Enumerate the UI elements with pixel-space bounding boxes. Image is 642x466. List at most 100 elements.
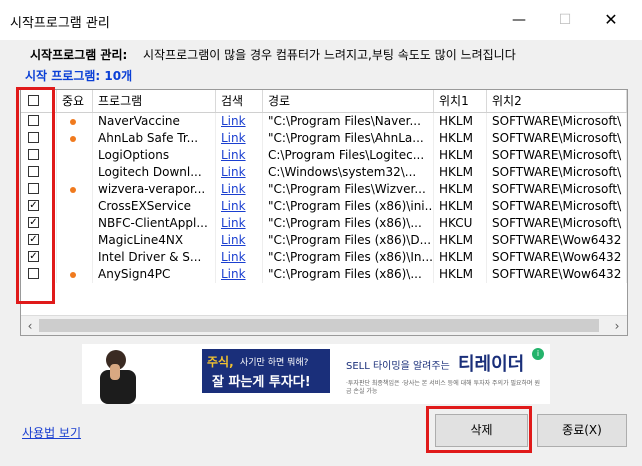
important-cell (57, 164, 93, 181)
search-link-text[interactable]: Link (221, 131, 246, 145)
checkbox-column-highlight (16, 87, 55, 304)
location1: HKLM (434, 113, 487, 130)
important-cell (57, 249, 93, 266)
banner-line1-accent: 주식, (207, 355, 234, 369)
brand-badge-icon: i (532, 348, 544, 360)
scrollbar-thumb[interactable] (39, 319, 599, 332)
search-link[interactable]: Link (216, 164, 263, 181)
program-name: wizvera-verapor... (93, 181, 216, 198)
program-name: Logitech Downl... (93, 164, 216, 181)
exit-button[interactable]: 종료(X) (537, 414, 627, 447)
search-link-text[interactable]: Link (221, 148, 246, 162)
location1: HKLM (434, 130, 487, 147)
table-row[interactable]: ✓ Intel Driver & S... Link "C:\Program File… (21, 249, 627, 266)
program-name: NBFC-ClientAppl... (93, 215, 216, 232)
location1: HKLM (434, 181, 487, 198)
startup-program-table: 중요 프로그램 검색 경로 위치1 위치2 NaverVaccine Link "C… (20, 89, 628, 336)
banner-tagline: SELL 타이밍을 알려주는 (346, 361, 450, 372)
program-path: "C:\Program Files (x86)\D... (263, 232, 434, 249)
search-link[interactable]: Link (216, 215, 263, 232)
column-header-location2[interactable]: 위치2 (487, 90, 627, 112)
table-row[interactable]: ✓ NBFC-ClientAppl... Link "C:\Program Files… (21, 215, 627, 232)
ad-banner[interactable]: 주식, 사기만 하면 뭐해? 잘 파는게 투자다! SELL 타이밍을 알려주는… (82, 344, 550, 404)
important-dot-icon (70, 119, 76, 125)
program-path: "C:\Program Files\Wizver... (263, 181, 434, 198)
search-link[interactable]: Link (216, 198, 263, 215)
search-link-text[interactable]: Link (221, 114, 246, 128)
column-header-program[interactable]: 프로그램 (93, 90, 216, 112)
scroll-right-icon[interactable]: › (609, 318, 625, 334)
search-link[interactable]: Link (216, 147, 263, 164)
close-button[interactable]: ✕ (588, 0, 634, 40)
horizontal-scrollbar[interactable]: ‹ › (21, 315, 627, 335)
important-dot-icon (70, 187, 76, 193)
important-cell (57, 147, 93, 164)
window-title: 시작프로그램 관리 (10, 16, 110, 31)
important-cell (57, 215, 93, 232)
banner-brand: 티레이더 (458, 354, 525, 375)
help-link[interactable]: 사용법 보기 (22, 424, 81, 441)
table-row[interactable]: ✓ CrossEXService Link "C:\Program Files (x8… (21, 198, 627, 215)
search-link-text[interactable]: Link (221, 199, 246, 213)
maximize-button[interactable]: ☐ (542, 0, 588, 40)
program-path: "C:\Program Files (x86)\... (263, 266, 434, 283)
search-link-text[interactable]: Link (221, 267, 246, 281)
scroll-left-icon[interactable]: ‹ (22, 318, 38, 334)
important-cell (57, 266, 93, 283)
program-path: "C:\Program Files (x86)\... (263, 215, 434, 232)
program-path: "C:\Program Files\AhnLa... (263, 130, 434, 147)
program-name: NaverVaccine (93, 113, 216, 130)
search-link-text[interactable]: Link (221, 250, 246, 264)
location1: HKLM (434, 249, 487, 266)
location2: SOFTWARE\Wow6432 (487, 266, 627, 283)
search-link[interactable]: Link (216, 232, 263, 249)
column-header-important[interactable]: 중요 (57, 90, 93, 112)
location2: SOFTWARE\Microsoft\ (487, 130, 627, 147)
search-link[interactable]: Link (216, 181, 263, 198)
table-header: 중요 프로그램 검색 경로 위치1 위치2 (21, 90, 627, 113)
important-cell (57, 113, 93, 130)
search-link[interactable]: Link (216, 113, 263, 130)
column-header-path[interactable]: 경로 (263, 90, 434, 112)
program-path: "C:\Program Files (x86)\In... (263, 249, 434, 266)
program-name: LogiOptions (93, 147, 216, 164)
minimize-button[interactable]: — (496, 0, 542, 40)
program-name: MagicLine4NX (93, 232, 216, 249)
location1: HKLM (434, 266, 487, 283)
location1: HKLM (434, 232, 487, 249)
location1: HKCU (434, 215, 487, 232)
location2: SOFTWARE\Microsoft\ (487, 147, 627, 164)
program-name: AhnLab Safe Tr... (93, 130, 216, 147)
banner-footnote: ·투자판단 최종책임은 ·당사는 본 서비스 등에 대해 투자자 주의가 필요하… (346, 380, 541, 395)
important-cell (57, 232, 93, 249)
table-row[interactable]: AhnLab Safe Tr... Link "C:\Program Files\A… (21, 130, 627, 147)
important-dot-icon (70, 136, 76, 142)
search-link-text[interactable]: Link (221, 233, 246, 247)
location1: HKLM (434, 164, 487, 181)
section-description: 시작프로그램이 많을 경우 컴퓨터가 느려지고,부팅 속도도 많이 느려집니다 (143, 48, 516, 62)
table-row[interactable]: LogiOptions Link C:\Program Files\Logitec.… (21, 147, 627, 164)
column-header-search[interactable]: 검색 (216, 90, 263, 112)
important-cell (57, 130, 93, 147)
important-dot-icon (70, 272, 76, 278)
banner-line2: 잘 파는게 투자다! (212, 375, 311, 390)
program-name: Intel Driver & S... (93, 249, 216, 266)
program-name: AnySign4PC (93, 266, 216, 283)
search-link-text[interactable]: Link (221, 182, 246, 196)
search-link[interactable]: Link (216, 249, 263, 266)
table-row[interactable]: Logitech Downl... Link C:\Windows\system32… (21, 164, 627, 181)
location2: SOFTWARE\Microsoft\ (487, 215, 627, 232)
table-row[interactable]: AnySign4PC Link "C:\Program Files (x86)\..… (21, 266, 627, 283)
location1: HKLM (434, 198, 487, 215)
search-link[interactable]: Link (216, 266, 263, 283)
table-row[interactable]: NaverVaccine Link "C:\Program Files\Naver.… (21, 113, 627, 130)
section-label: 시작프로그램 관리: (30, 48, 128, 62)
search-link-text[interactable]: Link (221, 216, 246, 230)
table-row[interactable]: wizvera-verapor... Link "C:\Program Files\… (21, 181, 627, 198)
column-header-location1[interactable]: 위치1 (434, 90, 487, 112)
search-link-text[interactable]: Link (221, 165, 246, 179)
search-link[interactable]: Link (216, 130, 263, 147)
title-bar: 시작프로그램 관리 — ☐ ✕ (0, 0, 642, 40)
program-name: CrossEXService (93, 198, 216, 215)
table-row[interactable]: ✓ MagicLine4NX Link "C:\Program Files (x86)… (21, 232, 627, 249)
